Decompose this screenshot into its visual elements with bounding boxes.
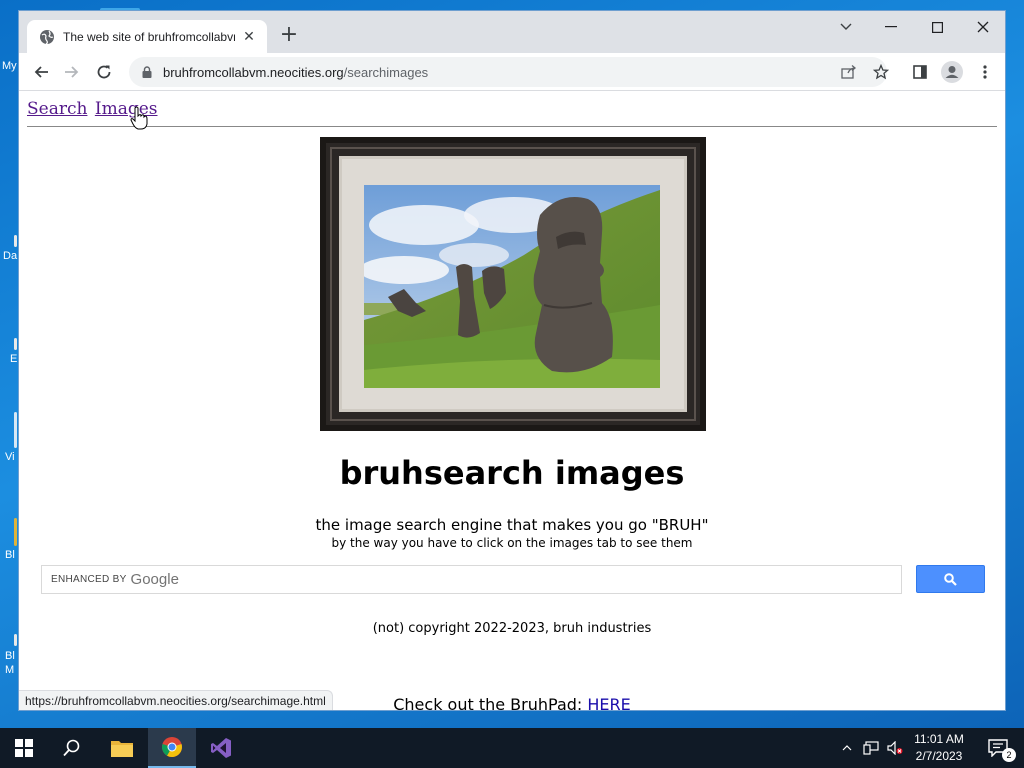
- desktop-icon-e[interactable]: E: [0, 338, 18, 365]
- notification-center-button[interactable]: 2: [978, 728, 1018, 768]
- url-host: bruhfromcollabvm.neocities.org: [163, 64, 344, 80]
- folder-icon: [111, 741, 133, 757]
- desktop-icon-label: Bl: [5, 549, 15, 561]
- subtagline: by the way you have to click on the imag…: [331, 536, 693, 550]
- tagline: the image search engine that makes you g…: [315, 516, 709, 534]
- tab-search-icon[interactable]: [823, 11, 869, 43]
- desktop-icon-da[interactable]: Da: [0, 235, 18, 262]
- url-text[interactable]: bruhfromcollabvm.neocities.org/searchima…: [163, 65, 428, 80]
- chevron-up-icon: [842, 745, 852, 751]
- visual-studio-icon: [211, 738, 231, 758]
- lock-icon[interactable]: [141, 66, 153, 78]
- menu-kebab-icon[interactable]: [972, 59, 998, 85]
- tab-title: The web site of bruhfromcollabvm: [63, 29, 235, 44]
- search-button[interactable]: [916, 565, 985, 593]
- desktop-icon-label: Da: [3, 250, 18, 262]
- status-bar-link: https://bruhfromcollabvm.neocities.org/s…: [19, 690, 333, 710]
- bruhpad-link[interactable]: HERE: [587, 695, 630, 710]
- network-tray-icon[interactable]: [860, 728, 882, 768]
- enhanced-by-label: ENHANCED BY: [51, 574, 127, 585]
- url-path: /searchimages: [343, 64, 429, 80]
- desktop-icon-label: Bl M: [5, 650, 15, 676]
- browser-window: The web site of bruhfromcollabvm ✕ + bru…: [18, 10, 1006, 711]
- desktop-icon-label: Vi: [5, 451, 15, 463]
- nav-link-images[interactable]: Images: [95, 99, 158, 119]
- tab-strip: The web site of bruhfromcollabvm ✕ +: [19, 11, 1005, 53]
- reload-button[interactable]: [91, 59, 117, 85]
- desktop-icon-blm[interactable]: Bl M: [0, 634, 18, 677]
- search-icon: [944, 572, 957, 586]
- chrome-taskbar-button[interactable]: [148, 728, 196, 768]
- minimize-button[interactable]: [868, 11, 914, 43]
- taskbar-clock[interactable]: 11:01 AM 2/7/2023: [906, 731, 972, 765]
- picture-mat: [339, 156, 687, 412]
- show-hidden-icons-button[interactable]: [838, 728, 856, 768]
- bruhpad-text: Check out the BruhPad:: [393, 695, 588, 711]
- page-content: Search Images bruhsearch images the imag…: [19, 92, 1005, 711]
- search-input[interactable]: ENHANCED BY Google: [41, 565, 902, 594]
- side-panel-icon[interactable]: [907, 59, 933, 85]
- maximize-button[interactable]: [914, 11, 960, 43]
- desktop-icon-vi[interactable]: Vi: [0, 412, 18, 463]
- copyright-text: (not) copyright 2022-2023, bruh industri…: [372, 621, 652, 636]
- visual-studio-button[interactable]: [197, 728, 245, 768]
- nav-link-search[interactable]: Search: [27, 99, 87, 119]
- taskbar: 11:01 AM 2/7/2023 2: [0, 728, 1024, 768]
- file-explorer-button[interactable]: [98, 728, 146, 768]
- new-tab-button[interactable]: +: [277, 24, 301, 48]
- chrome-icon: [162, 737, 182, 758]
- moai-photo: [364, 185, 660, 388]
- clock-time: 11:01 AM: [914, 732, 964, 746]
- search-icon: [63, 739, 80, 757]
- page-title: bruhsearch images: [339, 454, 685, 492]
- divider: [27, 126, 997, 127]
- framed-picture: [320, 137, 706, 431]
- hand-cursor-icon: [130, 106, 148, 130]
- globe-icon: [40, 29, 54, 45]
- volume-muted-icon[interactable]: [884, 728, 906, 768]
- google-logo: Google: [130, 571, 179, 588]
- desktop-icon-label: E: [10, 353, 18, 365]
- browser-tab[interactable]: The web site of bruhfromcollabvm ✕: [27, 20, 267, 53]
- desktop-icon-bl[interactable]: Bl: [0, 518, 18, 561]
- back-button[interactable]: [28, 59, 54, 85]
- tab-close-icon[interactable]: ✕: [241, 29, 257, 45]
- bookmark-star-icon[interactable]: [871, 62, 891, 82]
- notification-count-badge: 2: [1002, 748, 1016, 762]
- close-window-button[interactable]: [960, 11, 1005, 43]
- desktop-icon-label: My: [2, 60, 17, 72]
- start-button[interactable]: [0, 728, 48, 768]
- forward-button[interactable]: [59, 59, 85, 85]
- taskbar-search-button[interactable]: [48, 728, 96, 768]
- clock-date: 2/7/2023: [915, 749, 963, 763]
- windows-logo-icon: [15, 739, 33, 757]
- share-icon[interactable]: [839, 62, 859, 82]
- address-bar[interactable]: bruhfromcollabvm.neocities.org/searchima…: [129, 57, 889, 87]
- profile-avatar-icon[interactable]: [939, 59, 965, 85]
- browser-toolbar: bruhfromcollabvm.neocities.org/searchima…: [19, 53, 1005, 91]
